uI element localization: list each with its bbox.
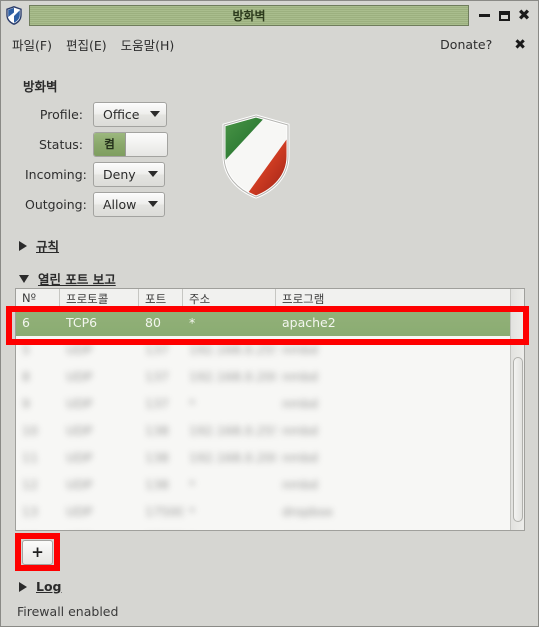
close-button[interactable]: ✖ <box>517 8 531 24</box>
menu-bar: 파일(F) 편집(E) 도움말(H) Donate? ✖ <box>1 31 538 58</box>
outgoing-label: Outgoing: <box>25 196 87 212</box>
column-header-no[interactable]: Nº <box>16 289 60 307</box>
column-header-protocol[interactable]: 프로토콜 <box>60 289 139 307</box>
form-row-incoming: Incoming: Deny <box>25 159 205 189</box>
cell-address: * <box>189 315 196 330</box>
status-toggle-on-label: 켬 <box>94 132 127 156</box>
window-controls: ✖ <box>471 8 538 24</box>
incoming-value: Deny <box>103 166 136 182</box>
table-row[interactable]: 5 UDP 137 192.168.0.255 nmbd <box>16 336 524 363</box>
column-header-program[interactable]: 프로그램 <box>276 289 524 307</box>
chevron-down-icon <box>149 111 160 117</box>
incoming-label: Incoming: <box>25 166 87 182</box>
add-rule-button[interactable]: + <box>22 540 53 565</box>
form-row-status: Status: 켬 <box>25 129 205 159</box>
firewall-section-title: 방화벽 <box>23 79 58 94</box>
menu-item-file[interactable]: 파일(F) <box>5 33 59 56</box>
status-toggle-track <box>126 133 167 156</box>
form-row-outgoing: Outgoing: Allow <box>25 189 205 219</box>
table-scrollbar[interactable] <box>510 289 524 530</box>
chevron-right-icon <box>19 240 27 251</box>
chevron-down-icon <box>148 171 158 177</box>
form-row-profile: Profile: Office <box>25 99 205 129</box>
table-row[interactable]: 8 UDP 137 192.168.0.200 nmbd <box>16 363 524 390</box>
chevron-right-icon <box>19 581 27 592</box>
column-header-port[interactable]: 포트 <box>139 289 183 307</box>
firewall-form: Profile: Office Status: 켬 Incoming: Deny… <box>25 99 205 219</box>
title-bar-strip: 방화벽 <box>29 5 469 26</box>
title-bar[interactable]: 방화벽 ✖ <box>1 1 538 30</box>
maximize-button[interactable] <box>497 8 511 24</box>
expander-rules[interactable]: 규칙 <box>19 236 59 255</box>
maximize-icon <box>498 10 510 21</box>
profile-label: Profile: <box>39 106 83 122</box>
shield-logo-svg <box>222 114 290 199</box>
window-shield-icon <box>1 2 27 29</box>
outgoing-combo[interactable]: Allow <box>93 191 165 217</box>
cell-no: 6 <box>22 315 30 330</box>
cell-protocol: TCP6 <box>66 315 98 330</box>
menu-close-icon[interactable]: ✖ <box>514 38 526 52</box>
status-toggle[interactable]: 켬 <box>93 131 168 157</box>
expander-log-label: Log <box>36 579 62 594</box>
scrollbar-thumb[interactable] <box>513 357 523 522</box>
chevron-down-icon <box>19 274 29 283</box>
table-row[interactable]: 9 UDP 137 * nmbd <box>16 390 524 417</box>
table-row[interactable]: 14 UDP 37888 * openvpn <box>16 525 524 530</box>
outgoing-value: Allow <box>103 196 137 212</box>
minimize-button[interactable] <box>477 8 491 24</box>
table-row[interactable]: 12 UDP 138 * nmbd <box>16 471 524 498</box>
table-row[interactable]: 10 UDP 138 192.168.0.255 nmbd <box>16 417 524 444</box>
expander-open-ports-report[interactable]: 열린 포트 보고 <box>19 269 116 288</box>
table-header-row: Nº 프로토콜 포트 주소 프로그램 <box>16 289 524 308</box>
incoming-combo[interactable]: Deny <box>93 161 165 187</box>
minimize-icon <box>478 14 490 17</box>
column-header-address[interactable]: 주소 <box>183 289 276 307</box>
shield-icon-svg <box>6 6 22 25</box>
expander-rules-label: 규칙 <box>36 239 60 254</box>
table-row[interactable]: 13 UDP 17500 * dropbox <box>16 498 524 525</box>
cell-program: apache2 <box>282 315 336 330</box>
chevron-down-icon <box>148 201 158 207</box>
menu-item-help[interactable]: 도움말(H) <box>114 33 182 56</box>
table-row-selected[interactable]: 6 TCP6 80 * apache2 <box>16 308 524 336</box>
cell-port: 80 <box>145 315 161 330</box>
status-label: Status: <box>38 136 83 152</box>
expander-log[interactable]: Log <box>19 579 62 594</box>
window-title: 방화벽 <box>232 9 266 23</box>
expander-open-ports-label: 열린 포트 보고 <box>38 272 116 287</box>
firewall-window: 방화벽 ✖ 파일(F) 편집(E) 도움말(H) Donate? ✖ 방화벽 P… <box>0 0 539 627</box>
close-icon: ✖ <box>517 6 531 24</box>
open-ports-table: Nº 프로토콜 포트 주소 프로그램 6 TCP6 80 * apache2 5… <box>15 288 525 531</box>
firewall-shield-logo <box>220 114 292 199</box>
donate-link[interactable]: Donate? <box>436 35 496 54</box>
status-bar-text: Firewall enabled <box>17 604 119 619</box>
menu-item-edit[interactable]: 편집(E) <box>59 33 114 56</box>
profile-value: Office <box>103 106 140 122</box>
profile-combo[interactable]: Office <box>93 101 167 127</box>
table-row[interactable]: 11 UDP 138 192.168.0.200 nmbd <box>16 444 524 471</box>
